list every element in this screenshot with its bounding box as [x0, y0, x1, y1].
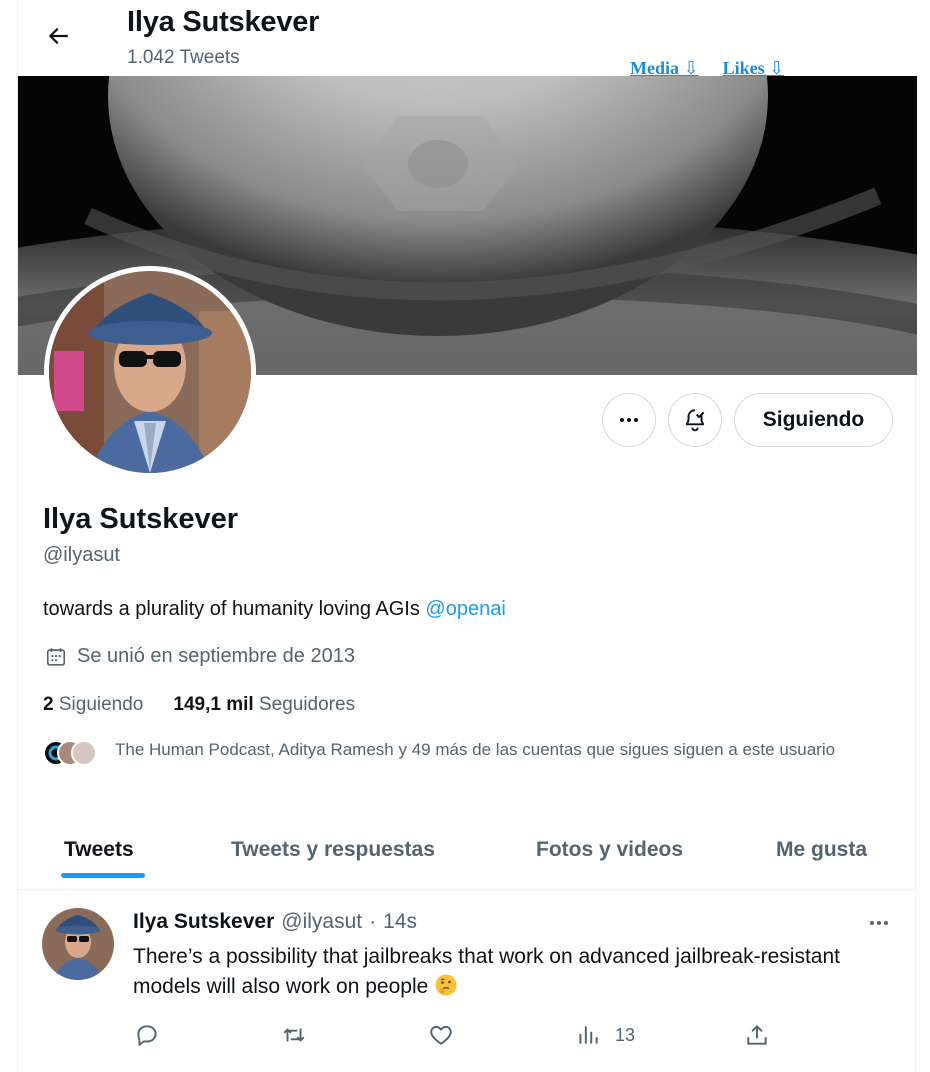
tab-photos-videos[interactable]: Fotos y videos	[536, 810, 683, 890]
profile-tabs: Tweets Tweets y respuestas Fotos y video…	[18, 810, 917, 890]
header-tweet-count: 1.042 Tweets	[127, 47, 240, 68]
notifications-button[interactable]	[668, 393, 722, 447]
like-button[interactable]	[428, 1020, 454, 1050]
reply-button[interactable]	[134, 1020, 160, 1050]
share-icon	[747, 1024, 767, 1045]
following-label: Siguiendo	[58, 694, 144, 715]
known-follower-avatar	[71, 740, 97, 766]
bio-text: towards a plurality of humanity loving A…	[43, 598, 426, 620]
retweet-button[interactable]	[281, 1020, 307, 1050]
arrow-left-icon	[48, 27, 68, 45]
tweet-avatar-image	[42, 908, 114, 980]
tweet-body: There’s a possibility that jailbreaks th…	[133, 942, 873, 1002]
profile-page: Ilya Sutskever 1.042 Tweets Media ⇩ Like…	[17, 0, 917, 1072]
known-followers[interactable]: The Human Podcast, Aditya Ramesh y 49 má…	[43, 738, 903, 768]
tweet-author-name[interactable]: Ilya Sutskever	[133, 910, 274, 934]
reply-icon	[137, 1025, 157, 1046]
tweet-time[interactable]: 14s	[383, 910, 417, 934]
profile-bio: towards a plurality of humanity loving A…	[43, 598, 506, 621]
profile-handle: @ilyasut	[43, 544, 120, 566]
tweet-text: There’s a possibility that jailbreaks th…	[133, 945, 840, 998]
tweet-more-button[interactable]	[864, 910, 894, 936]
tweet-author-handle[interactable]: @ilyasut	[281, 910, 362, 934]
tab-tweets[interactable]: Tweets	[64, 810, 134, 890]
bio-mention-link[interactable]: @openai	[425, 598, 505, 620]
views-count: 13	[615, 1024, 636, 1045]
tab-tweets-replies[interactable]: Tweets y respuestas	[231, 810, 435, 890]
calendar-icon	[46, 647, 66, 666]
followers-count: 149,1 mil	[173, 694, 254, 715]
share-button[interactable]	[744, 1020, 770, 1050]
profile-name: Ilya Sutskever	[43, 503, 239, 535]
more-dots-icon	[870, 921, 888, 925]
views-button[interactable]: 13	[575, 1020, 635, 1050]
known-followers-text: The Human Podcast, Aditya Ramesh y 49 má…	[115, 740, 836, 759]
join-date: Se unió en septiembre de 2013	[45, 645, 355, 668]
profile-header: Ilya Sutskever 1.042 Tweets Media ⇩ Like…	[18, 0, 917, 78]
tweet-header: Ilya Sutskever @ilyasut · 14s	[133, 910, 417, 934]
bell-check-icon	[685, 409, 705, 432]
more-dots-icon	[620, 418, 638, 422]
known-followers-avatars	[43, 738, 99, 768]
tweet-separator: ·	[369, 910, 377, 933]
back-button[interactable]	[40, 18, 76, 54]
join-date-text: Se unió en septiembre de 2013	[77, 645, 355, 667]
profile-avatar[interactable]	[44, 266, 256, 478]
tweet-avatar[interactable]	[42, 908, 114, 980]
views-icon	[579, 1026, 598, 1044]
followers-stat[interactable]: 149,1 mil Seguidores	[173, 694, 355, 716]
follow-stats: 2 Siguiendo 149,1 mil Seguidores	[43, 694, 355, 716]
tab-likes[interactable]: Me gusta	[776, 810, 867, 890]
avatar-image	[49, 271, 251, 473]
following-stat[interactable]: 2 Siguiendo	[43, 694, 143, 716]
header-title: Ilya Sutskever	[127, 6, 320, 38]
heart-icon	[430, 1025, 452, 1045]
followers-label: Seguidores	[258, 694, 356, 715]
active-tab-indicator	[61, 873, 145, 878]
following-button[interactable]: Siguiendo	[734, 393, 893, 447]
thinking-face-icon	[435, 974, 457, 996]
more-button[interactable]	[602, 393, 656, 447]
following-count: 2	[43, 694, 54, 715]
retweet-icon	[283, 1028, 305, 1042]
